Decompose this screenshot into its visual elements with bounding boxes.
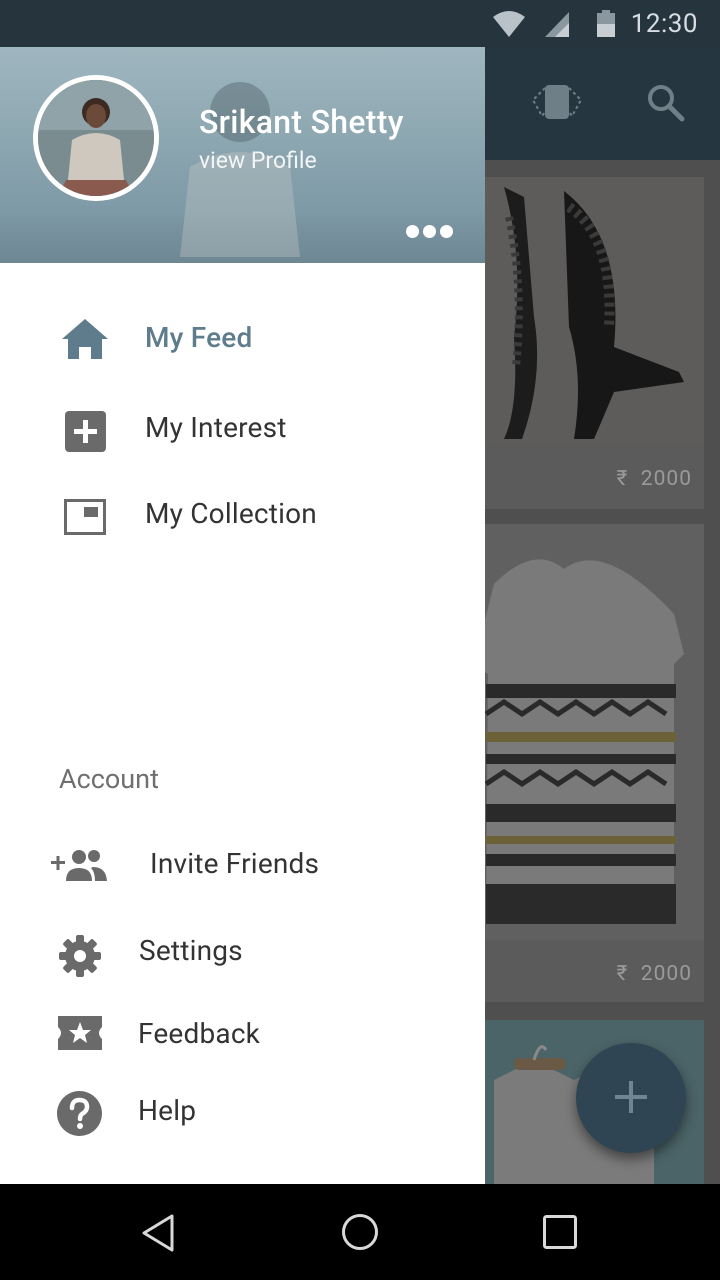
recents-button[interactable] bbox=[500, 1184, 620, 1280]
clock: 12:30 bbox=[630, 9, 698, 39]
home-button[interactable] bbox=[299, 1184, 419, 1280]
menu-item-my-interest[interactable]: My Interest bbox=[0, 396, 485, 466]
menu-item-my-collection[interactable]: My Collection bbox=[0, 482, 485, 552]
product-image bbox=[474, 524, 704, 940]
menu-item-my-feed[interactable]: My Feed bbox=[0, 305, 485, 375]
menu-item-label: My Interest bbox=[145, 411, 287, 444]
section-label-account: Account bbox=[59, 763, 159, 795]
menu-item-label: Help bbox=[138, 1094, 197, 1127]
menu-item-feedback[interactable]: Feedback bbox=[0, 1002, 485, 1072]
home-circle-icon bbox=[342, 1214, 378, 1250]
cell-signal-icon bbox=[545, 12, 569, 37]
product-card[interactable]: ₹ 2000 bbox=[474, 524, 704, 1002]
search-icon[interactable] bbox=[645, 82, 685, 122]
back-button[interactable] bbox=[98, 1184, 218, 1280]
user-name[interactable]: Srikant Shetty bbox=[199, 103, 404, 141]
status-bar: 12:30 bbox=[0, 0, 720, 47]
menu-item-help[interactable]: Help bbox=[0, 1079, 485, 1149]
product-image bbox=[474, 177, 704, 445]
add-box-icon bbox=[65, 411, 106, 452]
avatar-image bbox=[38, 80, 154, 196]
product-price: ₹ 2000 bbox=[616, 467, 692, 491]
view-profile-link[interactable]: view Profile bbox=[199, 147, 317, 174]
drawer-header[interactable]: Srikant Shetty view Profile bbox=[0, 47, 485, 263]
menu-item-label: Settings bbox=[139, 934, 243, 967]
ticket-star-icon bbox=[58, 1016, 102, 1050]
menu-item-settings[interactable]: Settings bbox=[0, 919, 485, 989]
home-icon bbox=[62, 319, 108, 359]
collection-icon bbox=[64, 499, 106, 535]
wifi-icon bbox=[493, 11, 525, 37]
product-price: ₹ 2000 bbox=[616, 962, 692, 986]
menu-item-label: My Feed bbox=[145, 321, 253, 354]
product-card[interactable]: ₹ 2000 bbox=[474, 177, 704, 509]
menu-item-label: Feedback bbox=[138, 1017, 261, 1050]
navigation-drawer: Srikant Shetty view Profile My Feed My I… bbox=[0, 47, 485, 1184]
recents-icon bbox=[543, 1215, 577, 1249]
avatar[interactable] bbox=[33, 75, 159, 201]
add-group-icon bbox=[51, 850, 107, 881]
system-navigation-bar bbox=[0, 1184, 720, 1280]
help-icon bbox=[57, 1091, 102, 1136]
menu-item-label: Invite Friends bbox=[150, 847, 320, 880]
more-options-icon[interactable] bbox=[406, 223, 458, 239]
plus-icon bbox=[615, 1081, 647, 1113]
menu-item-label: My Collection bbox=[145, 497, 317, 530]
menu-item-invite-friends[interactable]: Invite Friends bbox=[0, 832, 485, 902]
battery-icon bbox=[597, 10, 615, 37]
gear-icon bbox=[59, 935, 101, 977]
dress-icon[interactable] bbox=[530, 82, 584, 126]
back-icon bbox=[142, 1214, 174, 1252]
